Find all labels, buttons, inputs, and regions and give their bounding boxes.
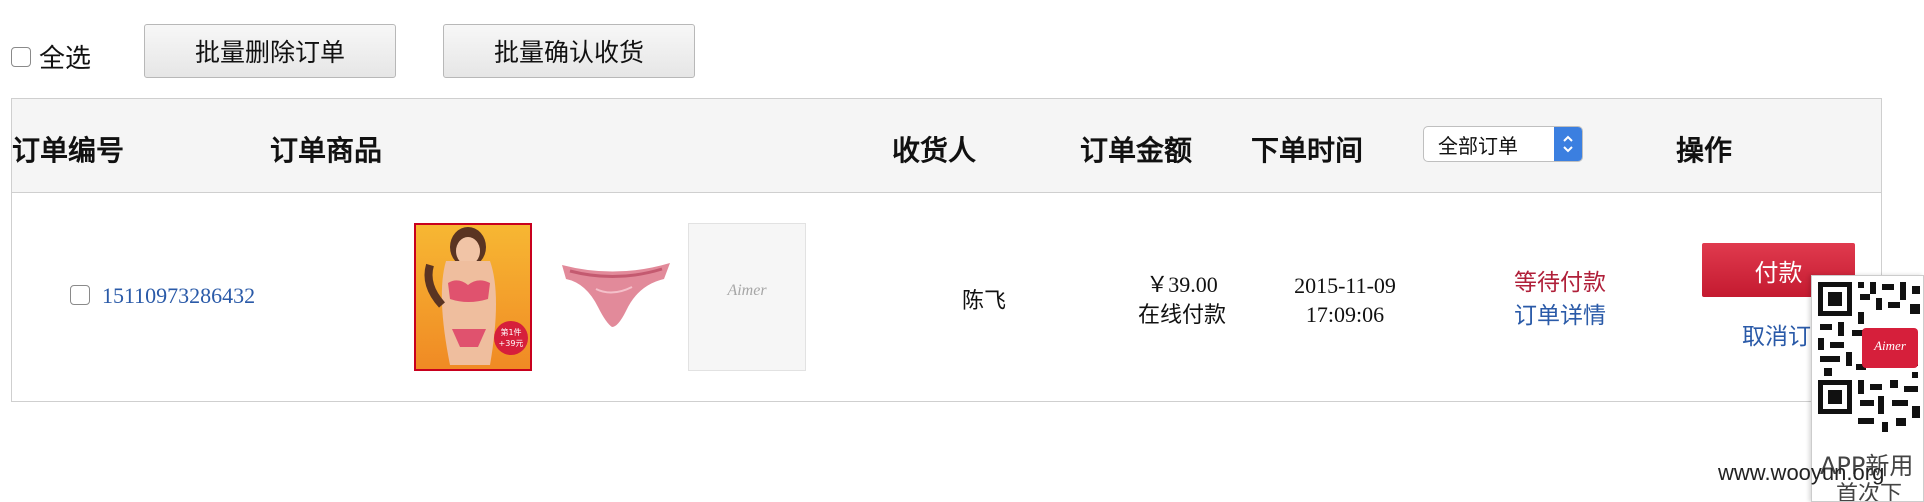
qr-code-icon <box>1812 276 1923 436</box>
select-all-control[interactable]: 全选 <box>11 38 91 75</box>
qr-brand-logo: Aimer <box>1874 338 1906 353</box>
batch-confirm-receipt-button[interactable]: 批量确认收货 <box>443 24 695 78</box>
order-amount: ￥39.00 在线付款 <box>1112 269 1252 331</box>
header-consignee: 收货人 <box>892 134 977 167</box>
header-amount: 订单金额 <box>1080 134 1193 167</box>
consignee-name: 陈飞 <box>962 289 1007 314</box>
header-goods: 订单商品 <box>270 134 383 167</box>
header-order-time: 下单时间 <box>1251 134 1364 167</box>
select-all-checkbox[interactable] <box>11 46 31 67</box>
promo-badge-line-1: 第1件 <box>500 328 522 337</box>
select-arrows-icon <box>1554 127 1582 161</box>
product-thumbnail[interactable]: 第1件 +39元 <box>414 223 532 371</box>
product-thumbnail[interactable]: Aimer <box>688 223 806 371</box>
order-time: 2015-11-09 17:09:06 <box>1280 271 1410 329</box>
select-all-label: 全选 <box>39 44 92 74</box>
batch-delete-button[interactable]: 批量删除订单 <box>144 24 396 78</box>
order-status: 等待付款 订单详情 <box>1500 267 1620 333</box>
watermark: www.wooyun.org <box>1718 460 1885 485</box>
order-clock-time: 17:09:06 <box>1305 302 1385 327</box>
product-thumbnail[interactable] <box>556 223 676 371</box>
row-checkbox[interactable] <box>70 285 90 305</box>
order-price: ￥39.00 <box>1146 272 1218 297</box>
header-actions: 操作 <box>1676 134 1733 167</box>
status-text: 等待付款 <box>1514 270 1606 296</box>
order-detail-link[interactable]: 订单详情 <box>1500 300 1620 333</box>
table-header: 订单编号 订单商品 收货人 订单金额 下单时间 全部订单 操作 <box>12 99 1881 193</box>
order-filter-select[interactable]: 全部订单 <box>1423 126 1583 162</box>
order-number-link[interactable]: 15110973286432 <box>102 283 255 309</box>
orders-table: 订单编号 订单商品 收货人 订单金额 下单时间 全部订单 操作 15110973… <box>11 98 1882 402</box>
header-order-no: 订单编号 <box>12 134 125 167</box>
order-date: 2015-11-09 <box>1294 273 1396 298</box>
brand-logo: Aimer <box>727 282 767 299</box>
promo-badge-line-2: +39元 <box>498 339 524 348</box>
promo-badge: 第1件 +39元 <box>494 321 528 355</box>
order-list-page: 全选 批量删除订单 批量确认收货 订单编号 订单商品 收货人 订单金额 下单时间… <box>0 0 1924 502</box>
order-filter-value: 全部订单 <box>1438 133 1518 158</box>
payment-method: 在线付款 <box>1137 303 1226 328</box>
